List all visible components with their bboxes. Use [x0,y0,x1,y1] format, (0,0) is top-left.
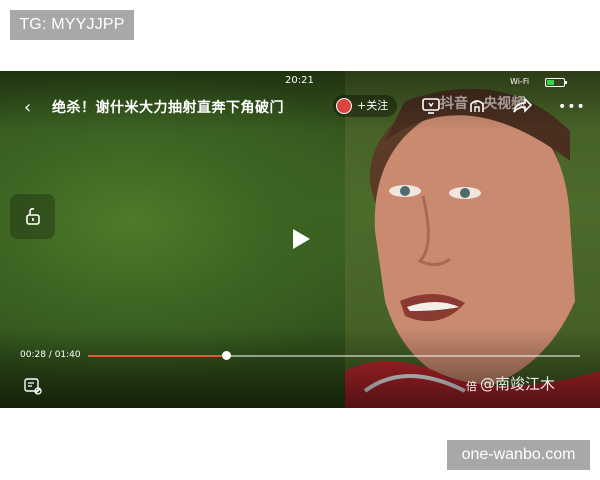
follow-button[interactable]: +关注 [333,95,397,117]
battery-icon [545,78,567,87]
bottom-gradient [0,328,600,408]
progress-fill [88,355,226,357]
follow-label: +关注 [357,99,389,112]
author-watermark: @南竣江木 [480,375,556,393]
favorite-icon[interactable] [467,96,487,116]
avatar [336,98,352,114]
progress-track[interactable] [88,351,580,360]
more-icon[interactable]: ••• [558,99,586,115]
status-time: 20:21 [285,75,314,86]
lock-icon [26,208,40,225]
top-watermark: TG: MYYJJPP [10,10,134,40]
play-icon[interactable] [291,228,311,250]
back-icon[interactable]: ‹ [24,97,31,118]
danmaku-icon[interactable] [24,377,42,395]
bottom-watermark: one-wanbo.com [447,440,590,470]
time-display: 00:28 / 01:40 [20,350,81,360]
video-title: 绝杀！谢什米大力抽射直奔下角破门 [52,100,284,116]
progress-knob[interactable] [221,351,231,360]
speed-button[interactable]: 倍 [466,378,477,394]
lock-button[interactable] [10,194,55,239]
wifi-indicator: Wi-Fi [510,77,530,86]
share-icon[interactable] [511,95,533,115]
tv-cast-icon[interactable] [421,96,441,116]
video-player[interactable]: 20:21 Wi-Fi ‹ 绝杀！谢什米大力抽射直奔下角破门 抖音 · 央视频 … [0,71,600,408]
